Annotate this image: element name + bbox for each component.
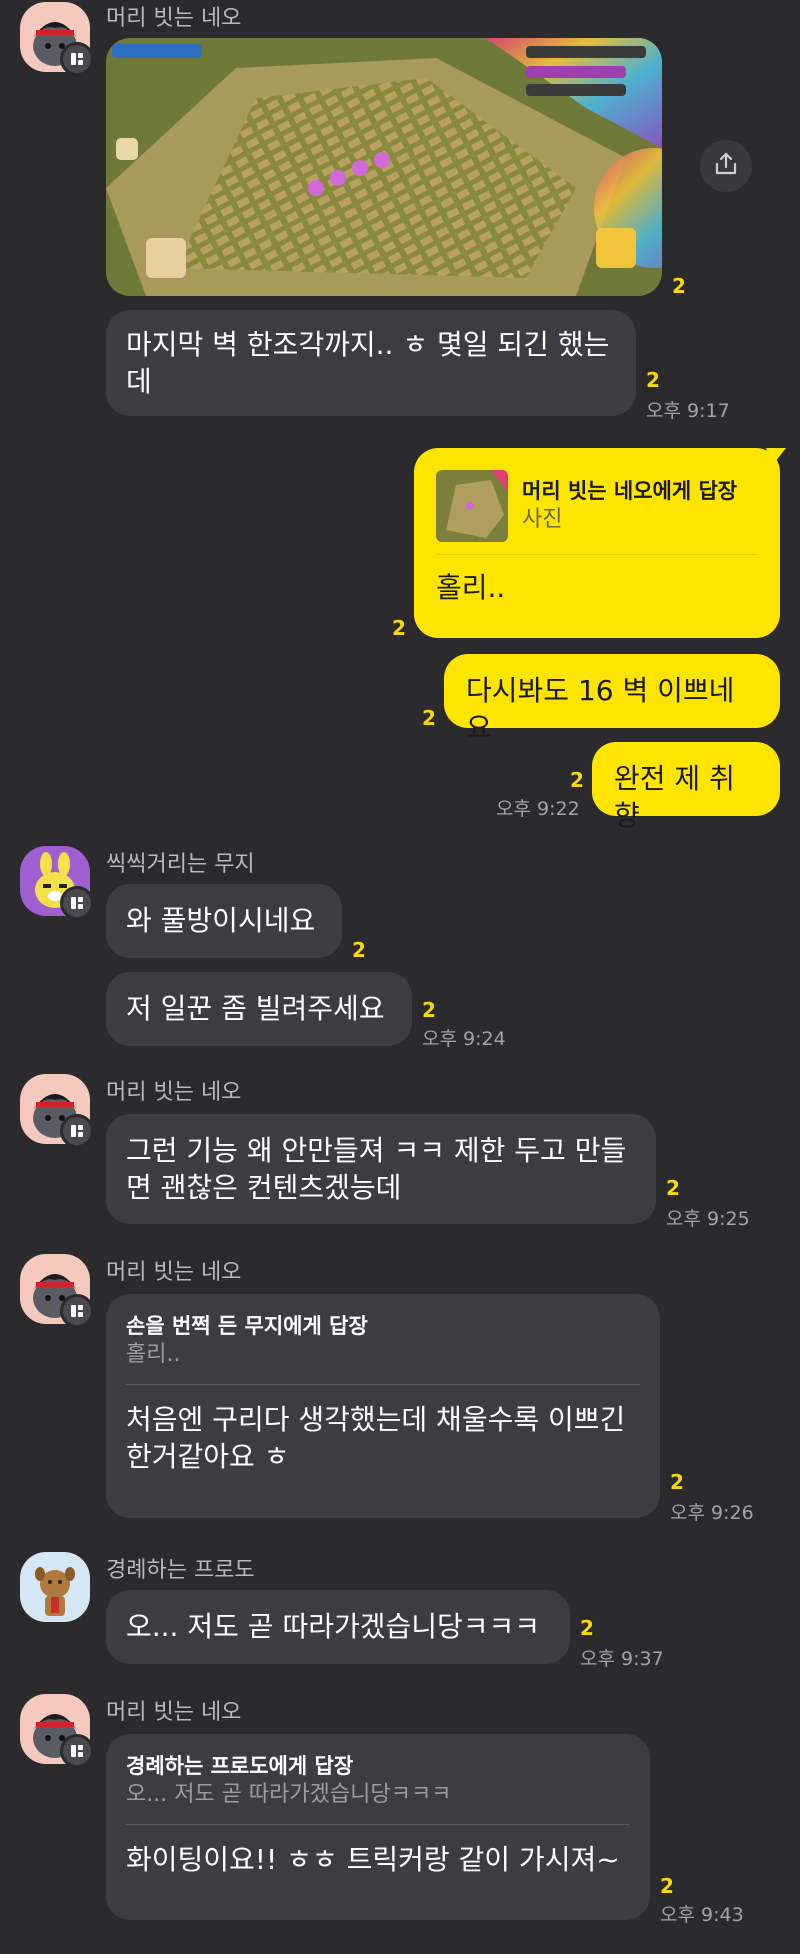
reply-subtitle: 오... 저도 곧 따라가겠습니당ㅋㅋㅋ <box>126 1782 452 1807</box>
sender-name: 머리 빗는 네오 <box>106 1700 242 1725</box>
unread-count: 2 <box>660 1874 674 1898</box>
reply-message-bubble[interactable]: 경례하는 프로도에게 답장 오... 저도 곧 따라가겠습니당ㅋㅋㅋ 화이팅이요… <box>106 1734 650 1920</box>
message-text: 오... 저도 곧 따라가겠습니당ㅋㅋㅋ <box>126 1610 541 1643</box>
message-bubble[interactable]: 저 일꾼 좀 빌려주세요 <box>106 972 412 1046</box>
message-time: 오후 9:37 <box>580 1648 664 1670</box>
message-bubble[interactable]: 마지막 벽 한조각까지.. ㅎ 몇일 되긴 했는 데 <box>106 310 636 416</box>
avatar-neo[interactable] <box>20 1074 94 1148</box>
unread-count: 2 <box>422 706 436 730</box>
sender-name: 경례하는 프로도 <box>106 1558 255 1583</box>
message-time: 오후 9:22 <box>496 798 580 820</box>
message-text: 화이팅이요!! ㅎㅎ 트릭커랑 같이 가시져~ <box>126 1843 620 1876</box>
message-bubble[interactable]: 그런 기능 왜 안만들져 ㅋㅋ 제한 두고 만들 면 괜찮은 컨텐츠겠능데 <box>106 1114 656 1224</box>
talk-badge-icon <box>60 42 94 76</box>
reply-divider <box>126 1384 640 1385</box>
sender-name: 머리 빗는 네오 <box>106 6 242 31</box>
talk-badge-icon <box>60 1294 94 1328</box>
message-text: 마지막 벽 한조각까지.. ㅎ 몇일 되긴 했는 <box>126 328 610 361</box>
share-icon <box>713 151 739 181</box>
message-time: 오후 9:24 <box>422 1028 506 1050</box>
message-bubble[interactable]: 다시봐도 16 벽 이쁘네요 <box>444 654 780 744</box>
message-time: 오후 9:26 <box>670 1502 754 1524</box>
reply-subtitle: 홀리.. <box>126 1342 181 1367</box>
talk-badge-icon <box>60 886 94 920</box>
avatar-neo[interactable] <box>20 1254 94 1328</box>
unread-count: 2 <box>666 1176 680 1200</box>
message-text: 홀리.. <box>436 571 506 604</box>
message-bubble[interactable]: 와 풀방이시네요 <box>106 884 342 958</box>
reply-title: 머리 빗는 네오에게 답장 <box>522 479 738 503</box>
avatar-muzi[interactable] <box>20 846 94 920</box>
avatar-neo[interactable] <box>20 1694 94 1768</box>
reply-message-bubble[interactable]: 머리 빗는 네오에게 답장 사진 홀리.. <box>414 448 780 638</box>
avatar-frodo[interactable] <box>20 1552 90 1622</box>
message-text: 면 괜찮은 컨텐츠겠능데 <box>126 1171 402 1204</box>
message-bubble[interactable]: 오... 저도 곧 따라가겠습니당ㅋㅋㅋ <box>106 1590 570 1664</box>
unread-count: 2 <box>580 1616 594 1640</box>
message-time: 오후 9:17 <box>646 400 730 422</box>
message-time: 오후 9:25 <box>666 1208 750 1230</box>
reply-message-bubble[interactable]: 손을 번쩍 든 무지에게 답장 홀리.. 처음엔 구리다 생각했는데 채울수록 … <box>106 1294 660 1518</box>
reply-divider <box>126 1824 630 1825</box>
reply-divider <box>436 554 758 555</box>
bubble-tail <box>766 448 786 466</box>
sender-name: 머리 빗는 네오 <box>106 1080 242 1105</box>
message-text: 완전 제 취향 <box>614 762 735 832</box>
unread-count: 2 <box>670 1470 684 1494</box>
unread-count: 2 <box>646 368 660 392</box>
reply-thumbnail <box>436 470 508 542</box>
message-text: 데 <box>126 365 152 398</box>
sender-name: 씩씩거리는 무지 <box>106 852 255 877</box>
reply-subtitle: 사진 <box>522 507 563 532</box>
reply-title: 손을 번쩍 든 무지에게 답장 <box>126 1314 368 1338</box>
message-text: 한거같아요 ㅎ <box>126 1440 290 1473</box>
message-text: 저 일꾼 좀 빌려주세요 <box>126 992 385 1025</box>
avatar-neo[interactable] <box>20 2 94 76</box>
message-time: 오후 9:43 <box>660 1904 744 1926</box>
sender-name: 머리 빗는 네오 <box>106 1260 242 1285</box>
message-text: 그런 기능 왜 안만들져 ㅋㅋ 제한 두고 만들 <box>126 1134 627 1167</box>
unread-count: 2 <box>570 768 584 792</box>
unread-count: 2 <box>422 998 436 1022</box>
talk-badge-icon <box>60 1114 94 1148</box>
talk-badge-icon <box>60 1734 94 1768</box>
unread-count: 2 <box>352 938 366 962</box>
message-text: 다시봐도 16 벽 이쁘네요 <box>466 674 735 744</box>
unread-count: 2 <box>392 616 406 640</box>
unread-count: 2 <box>672 274 686 298</box>
share-button[interactable] <box>700 140 752 192</box>
shared-photo[interactable] <box>106 38 662 296</box>
reply-title: 경례하는 프로도에게 답장 <box>126 1754 354 1778</box>
message-text: 처음엔 구리다 생각했는데 채울수록 이쁘긴 <box>126 1403 626 1436</box>
message-text: 와 풀방이시네요 <box>126 904 316 937</box>
message-bubble[interactable]: 완전 제 취향 <box>592 742 780 832</box>
